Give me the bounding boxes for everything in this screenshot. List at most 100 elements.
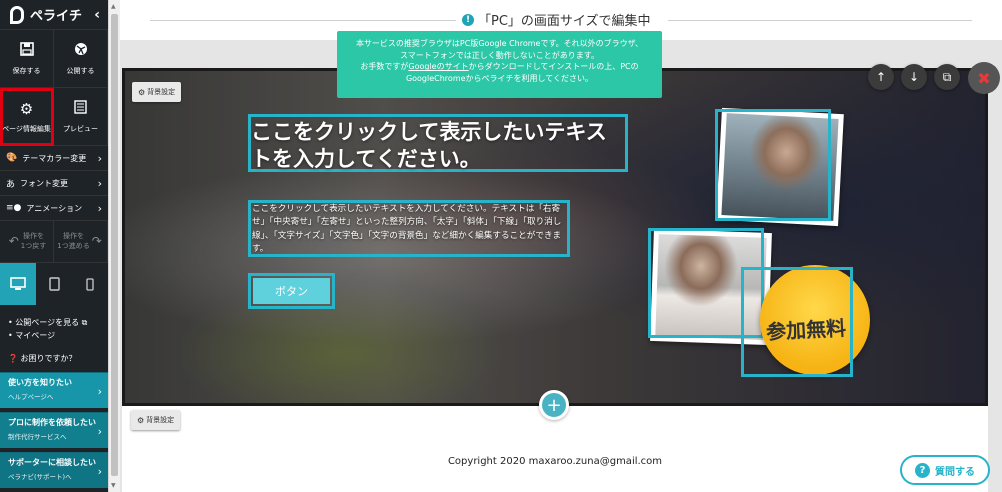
move-down-button[interactable]: ↓ [901,64,927,90]
public-page-label: 公開ページを見る [15,318,80,327]
tablet-icon[interactable] [36,263,72,305]
hero-bg-settings-label: 背景設定 [147,88,176,96]
divider-line-left [150,20,456,21]
animation-label: アニメーション [26,203,83,213]
undo-button[interactable]: ↶ 操作を 1つ戻す [0,221,54,262]
sidebar: ペライチ ‹ 保存する 公開する ⚙ ページ情報編集 プレビュー 🎨 テーマカラ… [0,0,108,492]
preview-label: プレビュー [63,124,98,133]
notice-line3-pre: お手数ですが [360,62,409,72]
scroll-down-icon[interactable]: ▼ [111,482,116,489]
move-up-button[interactable]: ↑ [868,64,894,90]
info-icon: ! [462,13,474,26]
chevron-right-icon: › [97,176,102,190]
question-icon: ❓ [8,353,18,363]
plus-icon: + [546,394,562,416]
production-service-button[interactable]: プロに制作を依頼したい 制作代行サービスへ › [0,411,108,448]
help-question: ❓ お困りですか？ [0,349,108,368]
help-question-text: お困りですか？ [20,353,77,363]
page-info-edit-button[interactable]: ⚙ ページ情報編集 [0,88,54,146]
chevron-right-icon: › [97,384,102,398]
divider-line-right [668,20,972,21]
free-badge-text: 参加無料 [765,315,847,345]
undo-line1: 操作を [23,232,45,241]
browser-notice: 本サービスの推奨ブラウザはPC版Google Chromeです。それ以外のブラウ… [337,31,662,98]
help-page-title: 使い方を知りたい [8,377,72,387]
chevron-right-icon: › [97,151,102,165]
redo-icon: ↷ [91,234,102,249]
hero-button-wrapper[interactable]: ボタン [248,273,335,309]
action-grid: 保存する 公開する ⚙ ページ情報編集 プレビュー [0,30,108,146]
gear-icon: ⚙ [137,415,145,425]
save-label: 保存する [12,66,41,75]
supporter-sub: ペラナビ(サポート)へ [8,472,72,481]
supporter-button[interactable]: サポーターに相談したい ペラナビ(サポート)へ › [0,451,108,488]
copy-icon: ⧉ [942,69,952,84]
copyright-text[interactable]: Copyright 2020 maxaroo.zuna@gmail.com [122,456,988,467]
logo-bar: ペライチ ‹ [0,0,108,30]
logo-text: ペライチ [30,9,83,24]
external-link-icon: ⧉ [81,318,88,327]
notice-line3: お手数ですがGoogleのサイトからダウンロードしてインストールの上、PCの [343,61,656,73]
hero-button[interactable]: ボタン [253,278,330,304]
font-menu[interactable]: あ フォント変更 › [0,171,108,196]
ask-question-label: 質問する [935,466,975,478]
gear-icon: ⚙ [19,99,34,118]
publish-button[interactable]: 公開する [54,30,108,88]
undo-line2: 1つ戻す [20,241,47,250]
notice-line4: GoogleChromeからペライチを利用してください。 [405,73,594,83]
font-icon: あ [6,179,16,190]
screen-size-text: 「PC」の画面サイズで編集中 [478,14,651,29]
undo-redo-row: ↶ 操作を 1つ戻す 操作を 1つ進める ↷ [0,221,108,263]
duplicate-button[interactable]: ⧉ [934,64,960,90]
arrow-up-icon: ↑ [875,70,887,84]
question-icon: ? [915,462,930,478]
scroll-up-icon[interactable]: ▲ [111,3,116,10]
save-icon [19,41,34,60]
notice-line3-post: からダウンロードしてインストールの上、PCの [468,62,639,72]
supporter-title: サポーターに相談したい [8,457,96,467]
chevron-right-icon: › [97,464,102,478]
desktop-icon[interactable] [0,263,36,305]
page-info-edit-label: ページ情報編集 [2,124,51,133]
animation-icon: ≡● [6,203,22,213]
sidebar-scrollbar[interactable]: ▲ ▼ [108,0,120,492]
mobile-icon[interactable] [72,263,108,305]
redo-line1: 操作を [62,232,84,241]
scrollbar-thumb[interactable] [111,14,118,476]
device-switcher [0,263,108,305]
production-service-title: プロに制作を依頼したい [8,417,96,427]
theme-color-menu[interactable]: 🎨 テーマカラー変更 › [0,146,108,171]
sidebar-links: • 公開ページを見る ⧉ • マイページ [0,305,108,349]
hero-body-text[interactable]: ここをクリックして表示したいテキストを入力してください。テキストは「右寄せ」「中… [248,200,570,257]
mypage-link[interactable]: • マイページ [8,330,100,343]
preview-button[interactable]: プレビュー [54,88,108,146]
public-page-link[interactable]: • 公開ページを見る ⧉ [8,317,100,330]
help-page-button[interactable]: 使い方を知りたい ヘルプページへ › [0,371,108,408]
google-site-link[interactable]: Googleのサイト [408,62,468,71]
font-label: フォント変更 [20,178,69,188]
redo-button[interactable]: 操作を 1つ進める ↷ [54,221,108,262]
undo-icon: ↶ [8,234,19,249]
add-block-button[interactable]: + [539,390,569,420]
help-page-sub: ヘルプページへ [8,392,54,401]
save-button[interactable]: 保存する [0,30,54,88]
theme-color-label: テーマカラー変更 [22,153,87,163]
arrow-down-icon: ↓ [908,70,920,84]
hero-bg-settings-button[interactable]: ⚙ 背景設定 [132,82,182,102]
chevron-left-icon[interactable]: ‹ [94,7,100,23]
hero-section[interactable]: ⚙ 背景設定 ここをクリックして表示したいテキストを入力してください。 ここをク… [122,68,988,406]
screen-size-title: ! 「PC」の画面サイズで編集中 [456,10,657,29]
gear-icon: ⚙ [138,87,146,97]
preview-icon [74,99,87,118]
photo-man-selection [715,109,831,221]
animation-menu[interactable]: ≡● アニメーション › [0,196,108,221]
footer-bg-settings-label: 背景設定 [146,416,175,424]
redo-line2: 1つ進める [57,241,90,250]
hero-title[interactable]: ここをクリックして表示したいテキストを入力してください。 [248,114,628,172]
close-icon: ✖ [977,68,991,88]
delete-block-button[interactable]: ✖ [968,62,1000,94]
notice-line2: スマートフォンでは正しく動作しないことがあります。 [400,50,599,60]
mypage-label: マイページ [15,330,56,340]
ask-question-button[interactable]: ? 質問する [900,455,990,485]
footer-bg-settings-button[interactable]: ⚙ 背景設定 [131,410,181,430]
